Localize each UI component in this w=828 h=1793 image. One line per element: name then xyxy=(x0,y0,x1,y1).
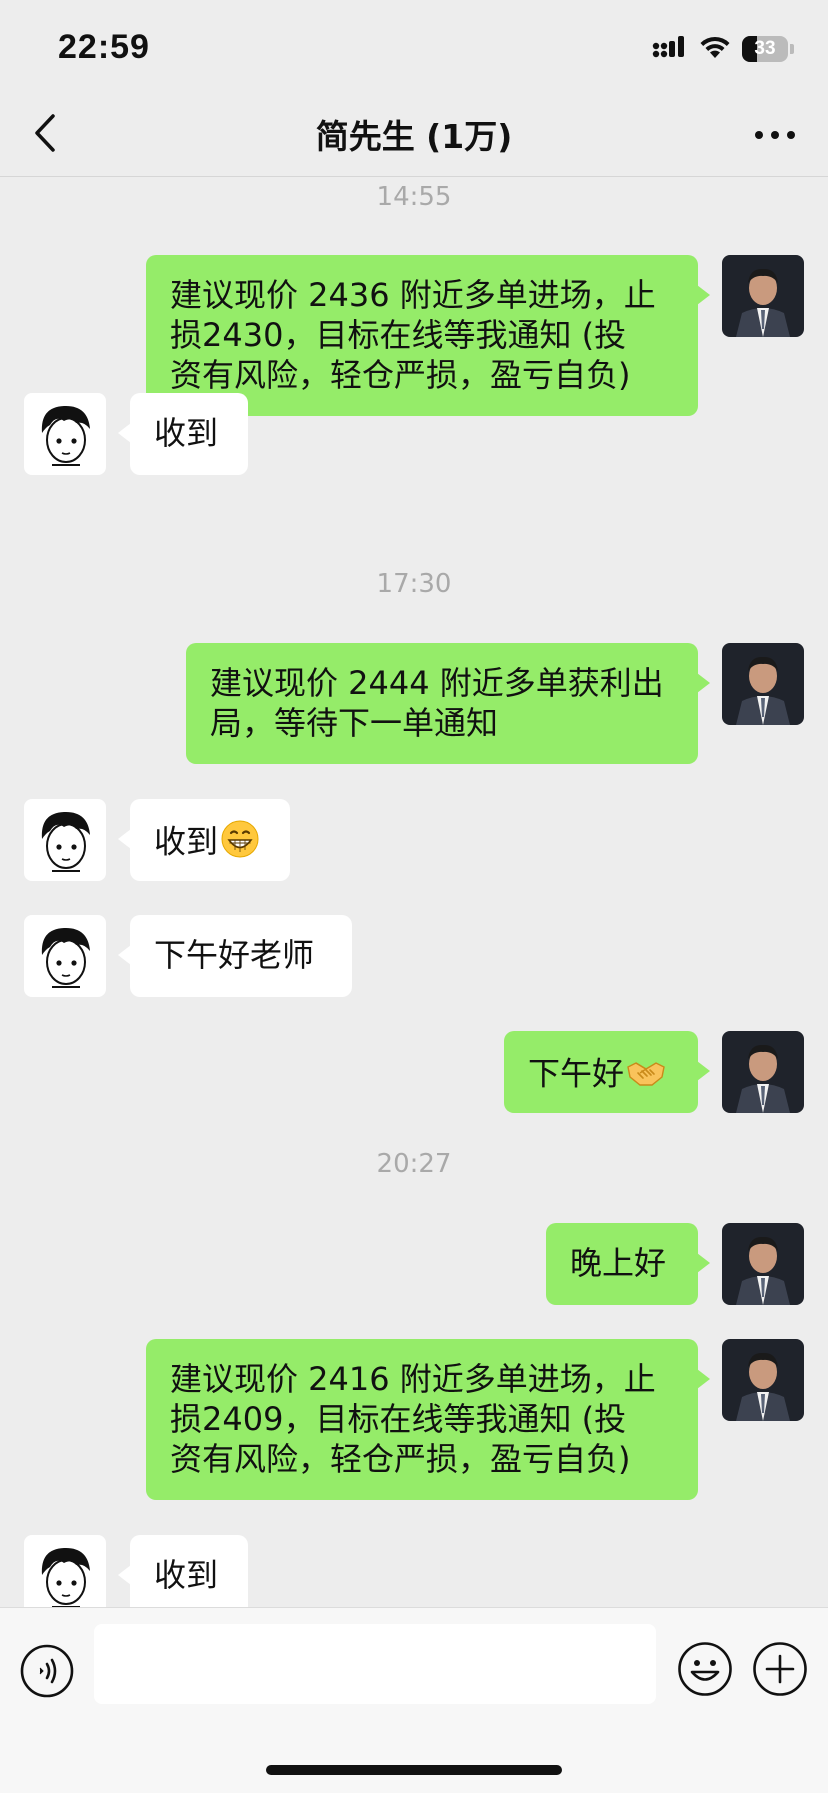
incoming-message-bubble[interactable]: 收到 xyxy=(118,799,290,881)
sender-avatar[interactable] xyxy=(722,1339,804,1421)
message-text-line: 下午好老师 xyxy=(154,936,315,974)
message-input[interactable] xyxy=(94,1624,656,1704)
message-text-line: 收到 xyxy=(154,1556,219,1594)
message-text-line: 局，等待下一单通知 xyxy=(210,704,499,742)
sender-avatar[interactable] xyxy=(722,643,804,725)
incoming-message-bubble[interactable]: 收到 xyxy=(118,393,248,475)
message-text-line: 损2409，目标在线等我通知 (投 xyxy=(170,1400,627,1438)
status-bar: 22:59 33 xyxy=(0,0,828,92)
wifi-icon xyxy=(698,34,732,64)
message-text-line: 建议现价 2436 附近多单进场，止 xyxy=(170,276,656,314)
outgoing-message-bubble[interactable]: 建议现价 2416 附近多单进场，止 损2409，目标在线等我通知 (投 资有风… xyxy=(146,1339,710,1500)
timestamp: 17:30 xyxy=(376,569,452,599)
grinning-face-emoji xyxy=(220,819,260,868)
more-button[interactable] xyxy=(750,110,800,160)
battery-body: 33 xyxy=(742,36,788,62)
battery-tip xyxy=(790,44,794,54)
message-text-line: 建议现价 2416 附近多单进场，止 xyxy=(170,1360,656,1398)
battery-icon: 33 xyxy=(742,36,794,62)
emoji-button[interactable] xyxy=(677,1641,733,1697)
voice-button[interactable] xyxy=(20,1644,74,1698)
chat-messages[interactable]: 14:55 建议现价 2436 附近多单进场，止 损2430，目标在线等我通知 … xyxy=(0,177,828,1607)
outgoing-message-bubble[interactable]: 下午好 xyxy=(504,1031,710,1113)
outgoing-message-bubble[interactable]: 建议现价 2436 附近多单进场，止 损2430，目标在线等我通知 (投 资有风… xyxy=(146,255,710,416)
outgoing-message-bubble[interactable]: 建议现价 2444 附近多单获利出 局，等待下一单通知 xyxy=(186,643,710,764)
contact-avatar[interactable] xyxy=(24,915,106,997)
sender-avatar[interactable] xyxy=(722,1223,804,1305)
more-dots-icon xyxy=(755,131,795,139)
timestamp: 20:27 xyxy=(376,1149,452,1179)
chat-title: 简先生 (1万) xyxy=(315,117,513,156)
home-indicator[interactable] xyxy=(266,1765,562,1775)
contact-avatar[interactable] xyxy=(24,799,106,881)
message-text-line: 收到 xyxy=(154,414,219,452)
message-text-line: 损2430，目标在线等我通知 (投 xyxy=(170,316,627,354)
status-icons: 33 xyxy=(652,34,794,64)
incoming-message-bubble[interactable]: 下午好老师 xyxy=(118,915,352,997)
outgoing-message-bubble[interactable]: 晚上好 xyxy=(546,1223,710,1305)
contact-avatar[interactable] xyxy=(24,1535,106,1607)
timestamp: 14:55 xyxy=(376,182,452,212)
message-text-line: 资有风险，轻仓严损，盈亏自负) xyxy=(170,1440,631,1478)
message-text-line: 收到 xyxy=(154,822,219,861)
nav-bar: 简先生 (1万) xyxy=(0,92,828,177)
status-time: 22:59 xyxy=(58,28,150,66)
message-text-line: 下午好 xyxy=(528,1054,625,1093)
voice-icon xyxy=(20,1644,74,1698)
plus-button[interactable] xyxy=(752,1641,808,1697)
emoji-icon xyxy=(678,1642,732,1696)
cellular-signal-icon xyxy=(652,34,688,64)
message-text-line: 资有风险，轻仓严损，盈亏自负) xyxy=(170,356,631,394)
battery-level: 33 xyxy=(754,38,776,59)
sender-avatar[interactable] xyxy=(722,255,804,337)
incoming-message-bubble[interactable]: 收到 xyxy=(118,1535,248,1607)
plus-icon xyxy=(753,1642,807,1696)
contact-avatar[interactable] xyxy=(24,393,106,475)
handshake-emoji xyxy=(626,1051,666,1100)
message-text-line: 建议现价 2444 附近多单获利出 xyxy=(210,664,664,702)
message-text-line: 晚上好 xyxy=(570,1244,667,1282)
sender-avatar[interactable] xyxy=(722,1031,804,1113)
